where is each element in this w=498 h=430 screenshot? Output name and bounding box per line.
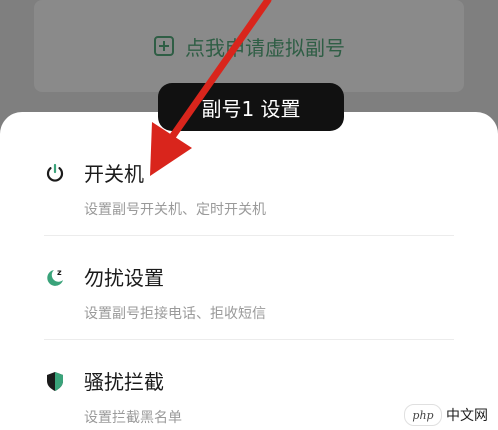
dimmed-card: 点我申请虚拟副号 — [34, 0, 464, 92]
menu-item-label: 勿扰设置 — [84, 266, 164, 290]
apply-virtual-number-button[interactable]: 点我申请虚拟副号 — [34, 0, 464, 92]
menu-item-label: 骚扰拦截 — [84, 370, 164, 394]
screen: 点我申请虚拟副号 副号1 设置 开关机 设置副号开关机、定时开关机 z 勿扰设置… — [0, 0, 498, 430]
menu-item-description: 设置副号拒接电话、拒收短信 — [84, 306, 266, 322]
watermark-text: 中文网 — [446, 408, 488, 424]
sheet-title: 副号1 设置 — [158, 83, 344, 131]
menu-item-power[interactable]: 开关机 设置副号开关机、定时开关机 — [44, 158, 454, 219]
svg-text:z: z — [57, 268, 62, 277]
apply-button-label: 点我申请虚拟副号 — [185, 35, 345, 60]
menu-item-description: 设置拦截黑名单 — [84, 410, 182, 426]
divider — [44, 339, 454, 340]
menu-item-label: 开关机 — [84, 162, 144, 186]
menu-item-harassment-block[interactable]: 骚扰拦截 设置拦截黑名单 — [44, 366, 454, 427]
divider — [44, 235, 454, 236]
moon-zz-icon: z — [47, 268, 63, 286]
plus-square-icon — [154, 36, 174, 56]
power-icon — [46, 163, 64, 182]
menu-item-description: 设置副号开关机、定时开关机 — [84, 202, 266, 218]
menu-item-do-not-disturb[interactable]: z 勿扰设置 设置副号拒接电话、拒收短信 — [44, 262, 454, 323]
watermark-logo: php — [404, 404, 442, 426]
watermark: php 中文网 — [404, 404, 494, 426]
shield-icon — [47, 371, 63, 391]
